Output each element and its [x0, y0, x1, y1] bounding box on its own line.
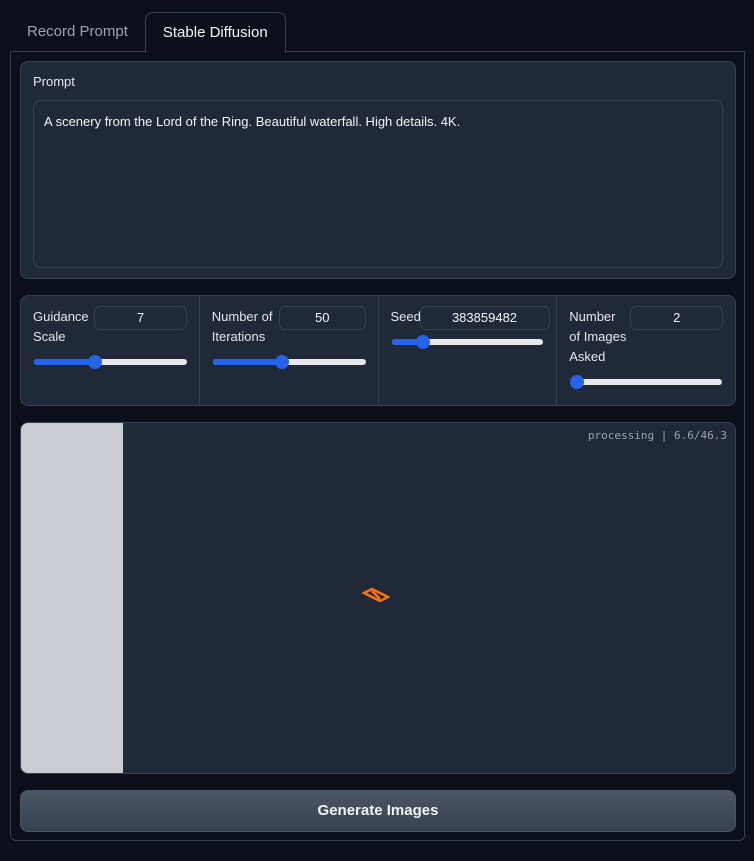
progress-status: processing | 6.6/46.3: [587, 429, 727, 442]
prompt-block: Prompt: [20, 61, 736, 279]
slider-thumb[interactable]: [88, 355, 103, 369]
iterations-slider[interactable]: [212, 355, 366, 369]
seed-input[interactable]: 383859482: [419, 306, 550, 330]
slider-thumb[interactable]: [416, 335, 431, 349]
images-asked-slider[interactable]: [570, 375, 723, 389]
slider-thumb[interactable]: [274, 355, 289, 369]
seed-label: Seed: [390, 309, 421, 324]
seed-control: Seed 383859482: [379, 296, 558, 405]
guidance-scale-label: Guidance Scale: [33, 309, 89, 344]
prompt-label: Prompt: [33, 74, 75, 89]
output-gallery: processing | 6.6/46.3: [20, 422, 736, 774]
seed-slider[interactable]: [391, 335, 543, 349]
generate-images-button[interactable]: Generate Images: [20, 790, 736, 832]
iterations-control: Number of Iterations 50: [200, 296, 379, 405]
slider-thumb[interactable]: [570, 375, 585, 389]
iterations-input[interactable]: 50: [278, 306, 366, 330]
images-asked-input[interactable]: 2: [630, 306, 724, 330]
images-asked-label: Number of Images Asked: [569, 309, 627, 364]
guidance-scale-input[interactable]: 7: [94, 306, 187, 330]
iterations-label: Number of Iterations: [211, 309, 273, 344]
prompt-textarea[interactable]: [33, 100, 723, 268]
tab-record-prompt[interactable]: Record Prompt: [10, 12, 145, 52]
tab-bar: Record Prompt Stable Diffusion: [10, 12, 286, 53]
tab-stable-diffusion[interactable]: Stable Diffusion: [144, 12, 286, 53]
parameter-sliders: Guidance Scale 7 Number of Iterations 50…: [20, 295, 736, 406]
guidance-scale-control: Guidance Scale 7: [21, 296, 200, 405]
loading-spinner-icon: [361, 587, 391, 610]
gallery-preview-strip: [21, 423, 123, 773]
images-asked-control: Number of Images Asked 2: [557, 296, 735, 405]
guidance-scale-slider[interactable]: [34, 355, 187, 369]
stable-diffusion-panel: Prompt Guidance Scale 7 Number of Iterat…: [10, 51, 745, 841]
